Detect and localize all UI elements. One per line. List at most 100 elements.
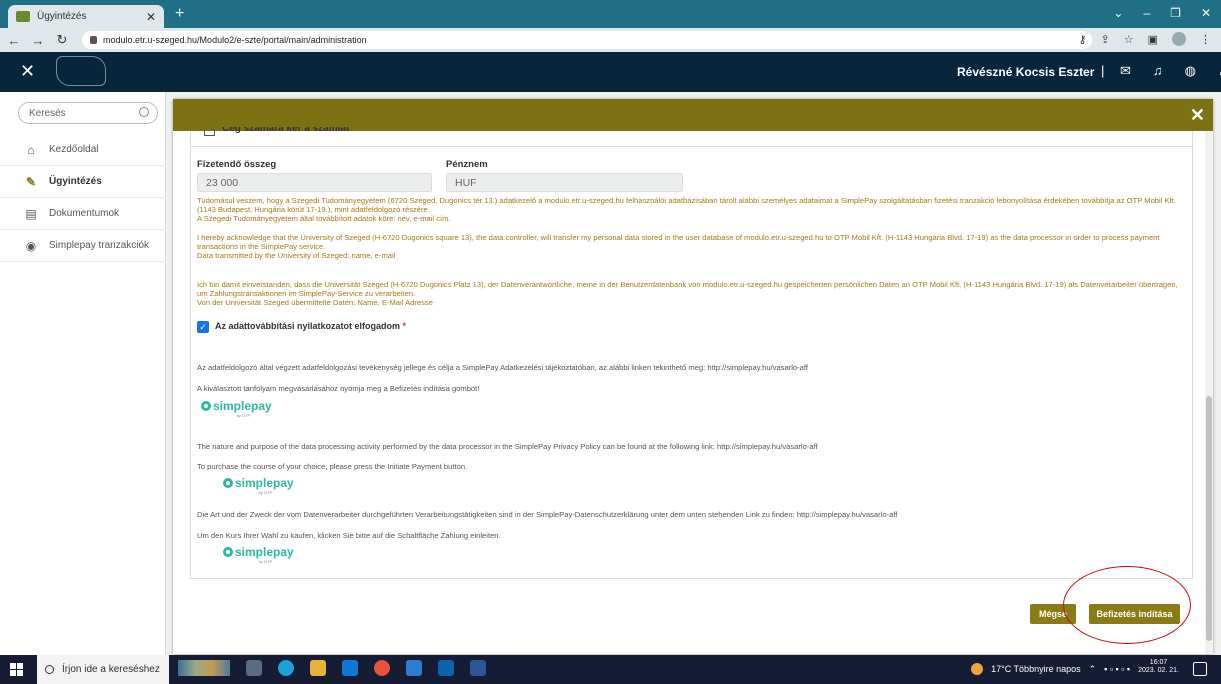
url-field[interactable]: modulo.etr.u-szeged.hu/Modulo2/e-szte/po…: [82, 31, 1092, 49]
lock-icon: [90, 36, 97, 44]
close-menu-icon[interactable]: ✕: [20, 61, 35, 82]
back-icon[interactable]: ←: [4, 33, 24, 48]
consent-text-hu: Tudomásul veszem, hogy a Szegedi Tudomán…: [197, 196, 1176, 224]
key-icon[interactable]: ⚷: [1078, 33, 1086, 46]
minimize-icon[interactable]: –: [1143, 6, 1150, 20]
new-tab-icon[interactable]: +: [175, 5, 184, 23]
sidebar-item-label: Kezdőoldal: [49, 144, 99, 155]
header-icons: ✉ ♫ ◍ ♙: [1120, 63, 1221, 79]
accept-label-text: Az adattovábbítási nyilatkozatot elfogad…: [215, 321, 401, 331]
tray-icons[interactable]: ▪ ▫ ▪ ▫ ▪: [1104, 664, 1130, 674]
annotation-circle: [1063, 566, 1191, 644]
task-view-icon[interactable]: [246, 660, 262, 676]
store-icon[interactable]: [406, 660, 422, 676]
windows-start-icon[interactable]: [10, 663, 23, 676]
header-separator: |: [1101, 63, 1105, 78]
amount-value: 23 000: [206, 176, 239, 189]
accept-checkbox[interactable]: ✓: [197, 321, 209, 333]
user-name[interactable]: Révészné Kocsis Eszter: [957, 65, 1094, 79]
search-icon[interactable]: [139, 107, 149, 117]
tab-title: Ügyintézés: [37, 11, 87, 22]
clock-date: 2023. 02. 21.: [1138, 667, 1179, 674]
profile-icon[interactable]: [1172, 32, 1186, 46]
clock[interactable]: 16:07 2023. 02. 21.: [1138, 659, 1179, 675]
menu-icon[interactable]: ⋮: [1200, 33, 1211, 46]
info-hu-2: A kiválasztott tanfolyam megvásárlásához…: [197, 384, 480, 393]
file-explorer-icon[interactable]: [310, 660, 326, 676]
forward-icon[interactable]: →: [28, 33, 48, 48]
required-mark: *: [402, 321, 407, 331]
word-icon[interactable]: [470, 660, 486, 676]
sidebar-item-home[interactable]: ⌂ Kezdőoldal: [0, 134, 166, 166]
simplepay-logo: simplepay by OTP: [223, 476, 294, 495]
taskbar-search-input[interactable]: Írjon ide a kereséshez: [37, 655, 169, 684]
close-tab-icon[interactable]: ✕: [146, 10, 156, 24]
search-input[interactable]: Keresés: [18, 102, 158, 124]
simplepay-mark-icon: [223, 547, 233, 557]
mail-app-icon[interactable]: [342, 660, 358, 676]
sidebar-item-simplepay[interactable]: ◉ Simplepay tranzakciók: [0, 230, 166, 262]
scroll-thumb[interactable]: [1206, 396, 1212, 641]
simplepay-sub: by OTP: [236, 413, 251, 418]
currency-label: Pénznem: [446, 159, 488, 170]
company-invoice-checkbox[interactable]: [204, 129, 215, 136]
weather-icon: [971, 663, 984, 675]
address-bar: ← → ↻ modulo.etr.u-szeged.hu/Modulo2/e-s…: [0, 28, 1221, 52]
tray-chevron-icon[interactable]: ⌃: [1089, 664, 1097, 675]
taskbar-search-placeholder: Írjon ide a kereséshez: [62, 664, 160, 675]
info-en-2: To purchase the course of your choice, p…: [197, 462, 468, 471]
star-icon[interactable]: ☆: [1124, 33, 1134, 46]
document-icon: ▤: [25, 206, 37, 221]
favicon-icon: [16, 11, 30, 22]
clock-time: 16:07: [1149, 659, 1168, 666]
simplepay-sub: by OTP: [258, 490, 273, 495]
news-widget-icon[interactable]: [178, 660, 230, 676]
browser-tab[interactable]: Ügyintézés ✕: [8, 5, 164, 28]
university-logo: [56, 56, 106, 86]
close-window-icon[interactable]: ✕: [1201, 6, 1211, 20]
sidebar-item-administration[interactable]: ✎ Ügyintézés: [0, 166, 166, 198]
mail-icon[interactable]: ✉: [1120, 63, 1131, 79]
globe-icon[interactable]: ◍: [1185, 63, 1196, 79]
taskbar: Írjon ide a kereséshez 17°C Többnyire na…: [0, 655, 1221, 684]
simplepay-sub: by OTP: [258, 559, 273, 564]
maximize-icon[interactable]: ❐: [1170, 6, 1181, 20]
browser-actions: ⚷ ⇪ ☆ ▣ ⋮: [1078, 32, 1211, 46]
edge-icon[interactable]: [278, 660, 294, 676]
sidebar-item-documents[interactable]: ▤ Dokumentumok: [0, 198, 166, 230]
simplepay-word: simplepay: [235, 545, 294, 559]
info-de-1: Die Art und der Zweck der vom Datenverar…: [197, 510, 898, 519]
divider: [190, 146, 1193, 147]
simplepay-word: simplepay: [235, 476, 294, 490]
info-hu-1: Az adatfeldolgozó által végzett adatfeld…: [197, 363, 808, 372]
close-icon[interactable]: ✕: [1190, 105, 1205, 126]
browser-tab-bar: Ügyintézés ✕ + ⌄ – ❐ ✕: [0, 0, 1221, 28]
search-placeholder: Keresés: [29, 107, 66, 119]
bell-icon[interactable]: ♫: [1153, 63, 1163, 79]
window-controls: ⌄ – ❐ ✕: [1113, 6, 1211, 20]
sidepanel-icon[interactable]: ▣: [1148, 33, 1158, 46]
simplepay-word: simplepay: [213, 399, 272, 413]
payment-modal: ✕ Cég számára kér a számlát Fizetendő ös…: [173, 99, 1213, 654]
share-icon[interactable]: ⇪: [1101, 33, 1110, 46]
search-icon: [45, 665, 54, 674]
sidebar: Keresés ⌂ Kezdőoldal ✎ Ügyintézés ▤ Doku…: [0, 92, 166, 655]
consent-text-en: I hereby acknowledge that the University…: [197, 233, 1160, 261]
currency-value: HUF: [455, 176, 477, 189]
simplepay-mark-icon: [223, 478, 233, 488]
outlook-icon[interactable]: [438, 660, 454, 676]
reload-icon[interactable]: ↻: [52, 32, 72, 48]
currency-field[interactable]: HUF: [446, 173, 683, 192]
simplepay-logo: simplepay by OTP: [223, 545, 294, 564]
modal-scrollbar[interactable]: [1205, 131, 1213, 654]
chevron-down-icon[interactable]: ⌄: [1113, 6, 1123, 20]
simplepay-logo: simplepay by OTP: [201, 399, 272, 418]
sidebar-item-label: Dokumentumok: [49, 208, 120, 219]
notification-icon[interactable]: [1193, 662, 1207, 676]
weather-text[interactable]: 17°C Többnyire napos: [991, 664, 1081, 674]
app-header: ✕ Révészné Kocsis Eszter | ✉ ♫ ◍ ♙: [0, 52, 1221, 92]
sidebar-item-label: Ügyintézés: [49, 176, 102, 187]
chrome-icon[interactable]: [374, 660, 390, 676]
simplepay-mark-icon: [201, 401, 211, 411]
amount-field[interactable]: 23 000: [197, 173, 432, 192]
